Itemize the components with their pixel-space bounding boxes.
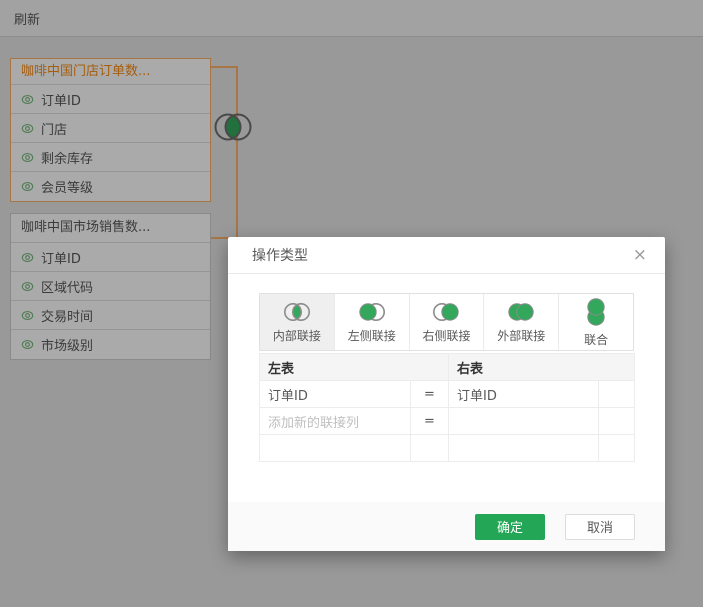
tab-label: 联合 xyxy=(584,332,609,347)
right-field-cell[interactable]: 订单ID xyxy=(448,380,600,408)
tab-label: 左侧联接 xyxy=(347,328,396,343)
row-action-cell xyxy=(598,434,636,462)
tab-right-join[interactable]: 右侧联接 xyxy=(408,294,484,350)
app-window: 刷新 咖啡中国门店订单数... 订单ID 门店 剩余库存 会员等级 咖啡中国市场… xyxy=(0,0,703,607)
dialog-header: 操作类型 × xyxy=(228,237,665,274)
venn-left-join-icon xyxy=(358,302,385,321)
ok-button[interactable]: 确定 xyxy=(475,513,545,540)
table-header-row: 左表 右表 xyxy=(258,353,636,381)
add-join-column-cell[interactable]: 添加新的联接列 xyxy=(259,407,411,435)
venn-inner-join-icon xyxy=(283,302,310,321)
close-icon[interactable]: × xyxy=(629,245,651,266)
tab-left-join[interactable]: 左侧联接 xyxy=(333,294,409,350)
left-table-header: 左表 xyxy=(258,353,450,381)
operator-cell xyxy=(409,434,450,462)
join-mapping-table: 左表 右表 订单ID = 订单ID 添加新的联接列 = xyxy=(258,353,636,462)
venn-union-icon xyxy=(587,297,605,326)
right-field-cell xyxy=(448,434,600,462)
join-type-dialog: 操作类型 × 内部联接 左侧联接 右侧联接 外部联接 联合 左表 右表 订单ID… xyxy=(228,237,665,551)
equals-operator: = xyxy=(409,380,450,408)
tab-union[interactable]: 联合 xyxy=(558,294,633,350)
row-action-cell xyxy=(598,407,636,435)
right-field-cell[interactable] xyxy=(448,407,600,435)
dialog-title: 操作类型 xyxy=(252,248,308,264)
tab-inner-join[interactable]: 内部联接 xyxy=(260,294,334,350)
row-action-cell xyxy=(598,380,636,408)
left-field-cell[interactable]: 订单ID xyxy=(259,380,411,408)
dialog-footer: 确定 取消 xyxy=(228,502,665,551)
tab-outer-join[interactable]: 外部联接 xyxy=(483,294,558,350)
equals-operator: = xyxy=(409,407,450,435)
mapping-row: 订单ID = 订单ID xyxy=(259,380,636,408)
venn-outer-join-icon xyxy=(508,302,534,321)
join-type-tabs: 内部联接 左侧联接 右侧联接 外部联接 联合 xyxy=(259,293,634,351)
mapping-row-empty xyxy=(259,434,636,462)
venn-right-join-icon xyxy=(433,302,460,321)
dialog-body: 内部联接 左侧联接 右侧联接 外部联接 联合 左表 右表 订单ID = 订单ID… xyxy=(228,274,665,462)
tab-label: 内部联接 xyxy=(272,328,321,343)
tab-label: 右侧联接 xyxy=(422,328,471,343)
left-field-cell xyxy=(259,434,411,462)
mapping-row-placeholder: 添加新的联接列 = xyxy=(259,407,636,435)
cancel-button[interactable]: 取消 xyxy=(565,513,635,540)
right-table-header: 右表 xyxy=(448,353,636,381)
tab-label: 外部联接 xyxy=(497,328,546,343)
